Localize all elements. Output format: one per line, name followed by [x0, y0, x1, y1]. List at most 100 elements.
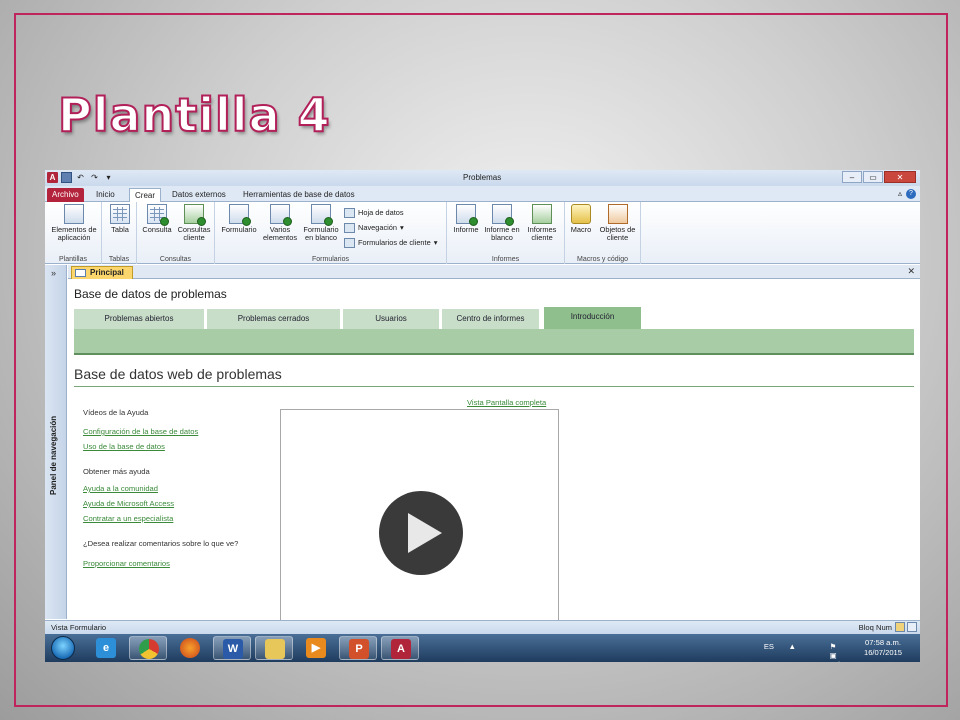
group-label-macros: Macros y código — [577, 256, 628, 263]
media-player-icon: ▶ — [306, 638, 326, 658]
taskbar-powerpoint[interactable]: P — [339, 636, 377, 660]
folder-icon — [265, 639, 285, 659]
form-content: Base de datos de problemas Problemas abi… — [68, 280, 920, 621]
form-label: Formulario — [221, 225, 257, 234]
link-configuracion[interactable]: Configuración de la base de datos — [83, 427, 198, 436]
database-title: Base de datos de problemas — [74, 287, 227, 301]
customize-qat-icon[interactable]: ▾ — [103, 172, 114, 183]
link-microsoft-access[interactable]: Ayuda de Microsoft Access — [83, 499, 174, 508]
table-button[interactable]: Tabla — [107, 204, 133, 234]
tab-principal[interactable]: Principal — [71, 266, 133, 279]
more-help-heading: Obtener más ayuda — [83, 467, 150, 476]
blank-report-button[interactable]: Informe en blanco — [483, 204, 521, 242]
tab-datos-externos[interactable]: Datos externos — [167, 188, 231, 202]
tab-inicio[interactable]: Inicio — [91, 188, 120, 202]
video-player[interactable] — [280, 409, 559, 621]
tab-principal-label: Principal — [90, 268, 124, 277]
tab-problemas-cerrados[interactable]: Problemas cerrados — [207, 309, 340, 329]
window-title: Problemas — [463, 173, 502, 182]
taskbar-explorer[interactable] — [255, 636, 293, 660]
app-parts-button[interactable]: Elementos de aplicación — [48, 204, 100, 242]
client-forms-label: Formularios de cliente — [358, 238, 431, 247]
blank-report-icon — [492, 204, 514, 226]
tab-introduccion[interactable]: Introducción — [544, 307, 641, 329]
datasheet-label: Hoja de datos — [358, 208, 404, 217]
window-controls: – ▭ ✕ — [842, 171, 916, 183]
fullscreen-link[interactable]: Vista Pantalla completa — [467, 398, 546, 407]
ribbon-help-area: ▵ ? — [898, 189, 916, 199]
group-label-formularios: Formularios — [312, 256, 349, 263]
tab-crear[interactable]: Crear — [129, 188, 162, 202]
client-reports-label: Informes cliente — [527, 225, 557, 242]
link-comunidad[interactable]: Ayuda a la comunidad — [83, 484, 158, 493]
navigation-button[interactable]: Navegación ▾ — [344, 220, 437, 235]
close-button[interactable]: ✕ — [884, 171, 916, 183]
navigation-pane: » Panel de navegación — [45, 265, 67, 619]
group-tablas: Tabla Tablas — [102, 202, 137, 264]
link-comentarios[interactable]: Proporcionar comentarios — [83, 559, 170, 568]
show-hidden-icons[interactable]: ▲ — [788, 642, 796, 651]
undo-icon[interactable]: ↶ — [75, 172, 86, 183]
close-document-icon[interactable]: ✕ — [907, 266, 915, 277]
group-macros: Macro Objetos de cliente Macros y código — [565, 202, 641, 264]
tray-icons[interactable]: ⚑ ▣ ◀) — [830, 642, 844, 662]
taskbar-access[interactable]: A — [381, 636, 419, 660]
play-icon[interactable] — [379, 491, 463, 575]
group-label-plantillas: Plantillas — [58, 256, 87, 263]
taskbar-word[interactable]: W — [213, 636, 251, 660]
word-icon: W — [223, 639, 243, 659]
link-uso[interactable]: Uso de la base de datos — [83, 442, 165, 451]
group-plantillas: Elementos de aplicación Plantillas — [45, 202, 102, 264]
query-button[interactable]: Consulta — [140, 204, 174, 234]
table-label: Tabla — [111, 225, 129, 234]
minimize-ribbon-icon[interactable]: ▵ — [898, 189, 902, 199]
multiple-items-label: Varios elementos — [262, 225, 298, 242]
redo-icon[interactable]: ↷ — [89, 172, 100, 183]
group-label-tablas: Tablas — [108, 256, 130, 263]
ribbon: Elementos de aplicación Plantillas Tabla… — [45, 202, 920, 264]
chrome-icon — [139, 639, 159, 659]
form-button[interactable]: Formulario — [218, 204, 260, 234]
blank-form-button[interactable]: Formulario en blanco — [300, 204, 342, 242]
query-label: Consulta — [142, 225, 172, 234]
expand-nav-pane-icon[interactable]: » — [51, 268, 56, 278]
layout-view-icon[interactable] — [907, 622, 917, 632]
tab-herramientas-bd[interactable]: Herramientas de base de datos — [238, 188, 360, 202]
access-logo-icon[interactable]: A — [47, 172, 58, 183]
minimize-button[interactable]: – — [842, 171, 862, 183]
taskbar-ie[interactable]: e — [87, 636, 125, 660]
save-icon[interactable] — [61, 172, 72, 183]
tab-usuarios[interactable]: Usuarios — [343, 309, 439, 329]
group-label-consultas: Consultas — [159, 256, 192, 263]
link-especialista[interactable]: Contratar a un especialista — [83, 514, 173, 523]
taskbar-chrome[interactable] — [129, 636, 167, 660]
datasheet-button[interactable]: Hoja de datos — [344, 205, 437, 220]
tab-content-band — [74, 329, 914, 355]
help-icon[interactable]: ? — [906, 189, 916, 199]
tab-centro-informes[interactable]: Centro de informes — [442, 309, 539, 329]
client-reports-button[interactable]: Informes cliente — [522, 204, 562, 242]
client-forms-button[interactable]: Formularios de cliente ▾ — [344, 235, 437, 250]
multiple-items-button[interactable]: Varios elementos — [261, 204, 299, 242]
restore-button[interactable]: ▭ — [863, 171, 883, 183]
internet-explorer-icon: e — [96, 638, 116, 658]
videos-heading: Vídeos de la Ayuda — [83, 408, 149, 417]
app-parts-icon — [64, 204, 84, 224]
title-bar: A ↶ ↷ ▾ Problemas – ▭ ✕ — [45, 170, 920, 186]
taskbar-media[interactable]: ▶ — [297, 636, 335, 660]
client-queries-button[interactable]: Consultas cliente — [176, 204, 212, 242]
feedback-question: ¿Desea realizar comentarios sobre lo que… — [83, 539, 239, 548]
taskbar-firefox[interactable] — [171, 636, 209, 660]
nav-pane-label[interactable]: Panel de navegación — [49, 416, 58, 495]
report-button[interactable]: Informe — [450, 204, 482, 234]
language-indicator[interactable]: ES — [764, 642, 774, 651]
start-button[interactable] — [51, 636, 75, 660]
client-objects-button[interactable]: Objetos de cliente — [596, 204, 639, 242]
form-view-icon[interactable] — [895, 622, 905, 632]
table-icon — [110, 204, 130, 224]
tab-problemas-abiertos[interactable]: Problemas abiertos — [74, 309, 204, 329]
clock[interactable]: 07:58 a.m. 16/07/2015 — [864, 638, 902, 658]
macro-button[interactable]: Macro — [568, 204, 594, 234]
tab-archivo[interactable]: Archivo — [47, 188, 84, 202]
group-label-informes: Informes — [491, 256, 520, 263]
